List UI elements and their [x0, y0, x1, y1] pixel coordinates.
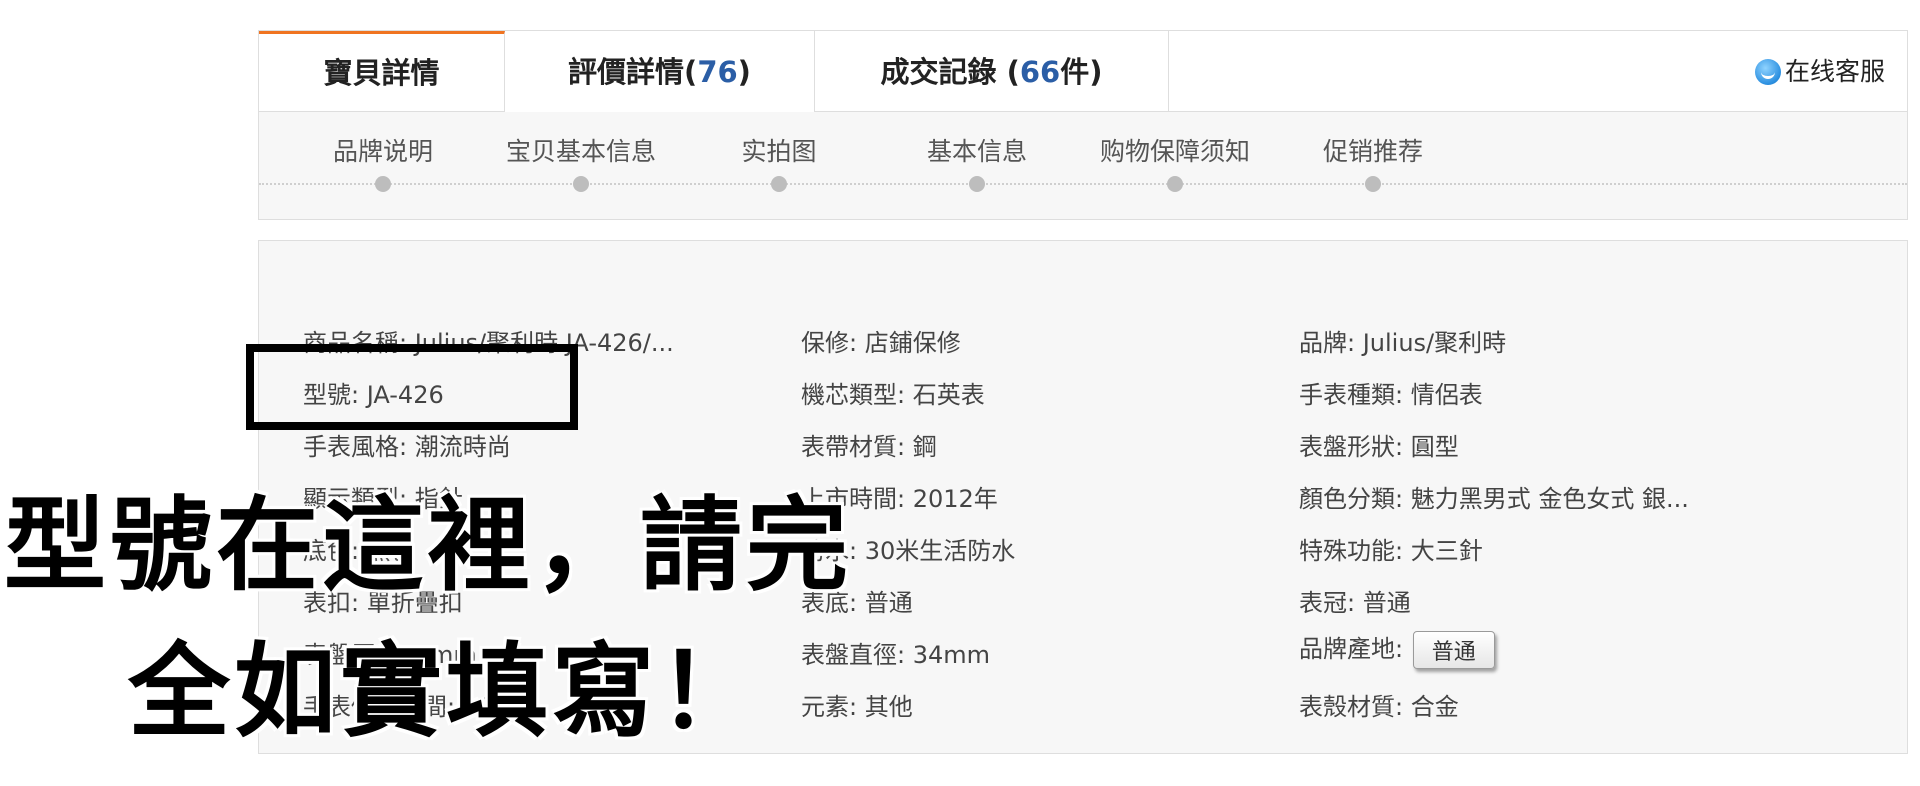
- attr-origin: 品牌產地: 普通: [1299, 629, 1495, 669]
- nav-item-guarantee[interactable]: 购物保障须知: [1100, 132, 1250, 168]
- attr-dial-shape: 表盤形狀: 圓型: [1299, 433, 1459, 461]
- chat-bubble-icon: [1754, 59, 1781, 85]
- model-highlight-box: [246, 344, 578, 430]
- nav-dot: [573, 176, 589, 192]
- origin-value-button[interactable]: 普通: [1412, 631, 1495, 669]
- transaction-count: 66: [1019, 55, 1061, 89]
- annotation-line-2: 全如實填寫！: [128, 633, 764, 752]
- nav-item-basic-info[interactable]: 宝贝基本信息: [506, 132, 656, 168]
- attr-movement: 機芯類型: 石英表: [801, 381, 985, 409]
- review-count: 76: [697, 55, 738, 89]
- annotation-line-1: 型號在這裡，請完: [4, 487, 852, 606]
- nav-dot: [375, 176, 391, 192]
- tab-label: 寶貝詳情: [323, 56, 440, 90]
- attr-origin-label: 品牌產地:: [1299, 635, 1404, 663]
- attr-feature: 特殊功能: 大三針: [1299, 537, 1483, 565]
- nav-item-photos[interactable]: 实拍图: [741, 132, 816, 168]
- nav-dot: [969, 176, 985, 192]
- nav-item-brand[interactable]: 品牌说明: [333, 132, 433, 168]
- section-nav: 品牌说明 宝贝基本信息 实拍图 基本信息 购物保障须知 促销推荐: [258, 112, 1908, 220]
- online-service-label: 在线客服: [1784, 57, 1885, 86]
- nav-dotted-line: [259, 183, 1907, 185]
- tab-label: 成交記錄 (: [880, 55, 1020, 89]
- tab-transactions[interactable]: 成交記錄 (66件): [815, 31, 1169, 113]
- nav-dot: [1167, 176, 1183, 192]
- detail-tabs: 寶貝詳情 評價詳情(76) 成交記錄 (66件) 在线客服: [258, 30, 1908, 113]
- attr-case-material: 表殼材質: 合金: [1299, 693, 1459, 721]
- nav-item-info[interactable]: 基本信息: [927, 132, 1027, 168]
- tab-suffix: ): [737, 55, 751, 89]
- nav-dot: [1365, 176, 1381, 192]
- attr-strap: 表帶材質: 鋼: [801, 433, 937, 461]
- tab-label: 評價詳情(: [568, 55, 698, 89]
- attr-diameter: 表盤直徑: 34mm: [801, 641, 991, 669]
- tab-reviews[interactable]: 評價詳情(76): [505, 31, 815, 113]
- attr-warranty: 保修: 店鋪保修: [801, 329, 961, 357]
- attr-watch-type: 手表種類: 情侶表: [1299, 381, 1483, 409]
- nav-dot: [771, 176, 787, 192]
- attr-color: 顏色分類: 魅力黑男式 金色女式 銀...: [1299, 485, 1689, 513]
- attr-style: 手表風格: 潮流時尚: [303, 433, 511, 461]
- nav-item-promotion[interactable]: 促销推荐: [1323, 132, 1423, 168]
- attr-brand: 品牌: Julius/聚利時: [1299, 329, 1507, 357]
- online-service-link[interactable]: 在线客服: [1754, 31, 1885, 113]
- tab-suffix: 件): [1060, 55, 1103, 89]
- attr-crown: 表冠: 普通: [1299, 589, 1411, 617]
- attr-element: 元素: 其他: [801, 693, 913, 721]
- tab-item-details[interactable]: 寶貝詳情: [259, 31, 505, 113]
